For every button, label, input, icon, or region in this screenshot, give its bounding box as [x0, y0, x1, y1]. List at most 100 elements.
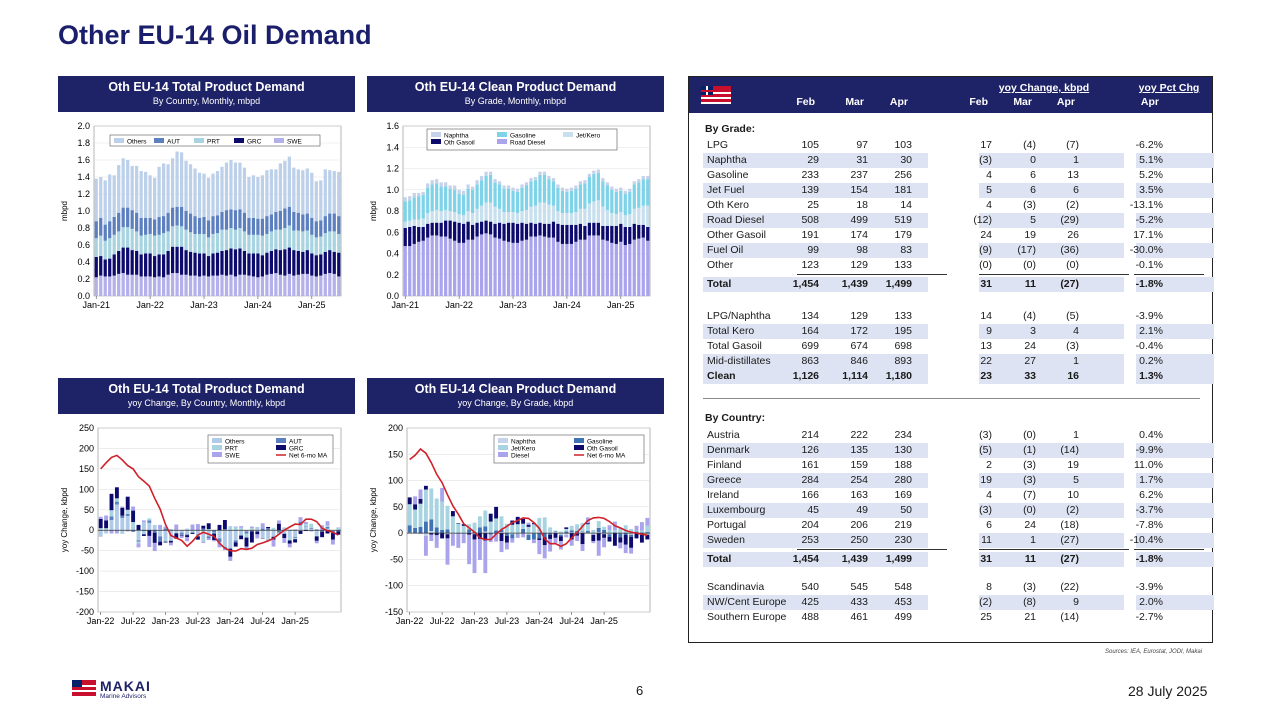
total-row: Total 1,454 1,439 1,499 31 11 (27) -1.8%: [689, 552, 1214, 567]
bar-segment: [623, 215, 627, 227]
bar-segment: [117, 273, 121, 296]
bar-segment: [470, 186, 475, 190]
bar-segment: [323, 216, 327, 234]
bar-segment: [325, 525, 330, 527]
y-tick-label: 0.4: [386, 249, 399, 259]
bar-segment: [305, 273, 309, 296]
bar-segment: [296, 212, 300, 231]
bar-segment: [314, 181, 318, 222]
bar-segment: [239, 530, 244, 536]
legend-label: Gasoline: [510, 133, 536, 140]
bar-segment: [493, 179, 497, 183]
bar-segment: [413, 509, 418, 528]
cell-value: 1,114: [842, 370, 868, 382]
y-tick-label: 1.6: [386, 121, 399, 131]
cell-value: -0.1%: [1135, 259, 1163, 271]
bar-segment: [283, 275, 287, 296]
bar-segment: [614, 188, 618, 192]
x-tick-label: Jan-24: [553, 300, 581, 310]
bar-segment: [439, 222, 443, 237]
x-tick-label: Jan-22: [445, 300, 473, 310]
bar-segment: [175, 206, 179, 226]
bar-segment: [506, 188, 511, 213]
bar-segment: [314, 255, 318, 277]
bar-segment: [423, 489, 428, 522]
bar-segment: [423, 521, 428, 534]
bar-segment: [265, 170, 269, 217]
cell-value: 130: [894, 444, 912, 456]
y-tick-label: 200: [79, 443, 94, 453]
bar-segment: [112, 216, 116, 235]
bar-segment: [645, 525, 650, 533]
chart-panel-clean-yoy: Oth EU-14 Clean Product Demand yoy Chang…: [367, 378, 664, 626]
bar-segment: [453, 189, 457, 213]
bar-segment: [521, 523, 526, 529]
cell-value: 284: [801, 474, 819, 486]
cell-value: (0): [1023, 429, 1036, 441]
bar-segment: [578, 208, 582, 224]
bar-segment: [239, 535, 244, 540]
bar-segment: [256, 177, 260, 219]
bar-segment: [412, 243, 416, 296]
cell-value: 179: [894, 229, 912, 241]
cell-value: 16: [1067, 370, 1079, 382]
bar-segment: [413, 496, 418, 505]
cell-value: (0): [979, 259, 992, 271]
x-tick-label: Jul-22: [430, 616, 455, 626]
bar-segment: [147, 520, 152, 523]
cell-value: 1.3%: [1139, 370, 1163, 382]
bar-segment: [117, 231, 121, 251]
bar-segment: [202, 253, 206, 276]
bar-segment: [529, 181, 533, 207]
bar-segment: [515, 223, 520, 243]
bar-segment: [537, 538, 542, 540]
cell-value: -1.8%: [1135, 278, 1163, 290]
bar-segment: [233, 527, 238, 531]
bar-segment: [553, 537, 558, 544]
bar-segment: [591, 529, 596, 534]
cell-value: (3): [1023, 474, 1036, 486]
bar-segment: [298, 524, 303, 531]
bar-segment: [602, 537, 607, 548]
bar-segment: [323, 169, 327, 217]
bar-segment: [629, 534, 634, 537]
bar-segment: [619, 223, 623, 242]
bar-segment: [538, 235, 542, 296]
bar-segment: [470, 189, 475, 214]
bar-segment: [233, 229, 238, 250]
legend-swatch: [154, 138, 164, 143]
cell-value: 280: [894, 474, 912, 486]
bar-segment: [184, 229, 188, 251]
table-row: LPG/Naphtha 134 129 133 14 (4) (5) -3.9%: [689, 309, 1212, 324]
bar-segment: [247, 217, 251, 235]
cell-value: 17: [980, 139, 992, 151]
bar-segment: [592, 235, 596, 296]
legend-label: Others: [225, 439, 245, 446]
bar-segment: [580, 544, 585, 552]
cell-value: 31: [980, 553, 992, 565]
bar-segment: [596, 222, 600, 236]
bar-segment: [560, 224, 565, 244]
bar-segment: [139, 254, 143, 277]
bar-segment: [314, 530, 319, 536]
cell-value: 1,439: [841, 553, 868, 565]
bar-segment: [188, 275, 193, 296]
bar-segment: [444, 220, 448, 237]
bar-segment: [108, 276, 112, 296]
bar-segment: [242, 274, 247, 296]
bar-segment: [470, 224, 475, 240]
bar-segment: [244, 537, 249, 547]
bar-segment: [440, 501, 445, 530]
bar-segment: [328, 170, 332, 214]
cell-value: (3): [979, 154, 992, 166]
bar-segment: [462, 242, 466, 297]
bar-segment: [190, 532, 195, 534]
y-axis-label: yoy Change, kbpd: [60, 488, 69, 553]
bar-segment: [623, 190, 627, 194]
bar-segment: [462, 190, 466, 196]
bar-segment: [215, 252, 220, 276]
bar-segment: [323, 251, 327, 274]
bar-segment: [587, 235, 591, 296]
cell-value: 19: [1024, 229, 1036, 241]
bar-segment: [296, 230, 300, 251]
